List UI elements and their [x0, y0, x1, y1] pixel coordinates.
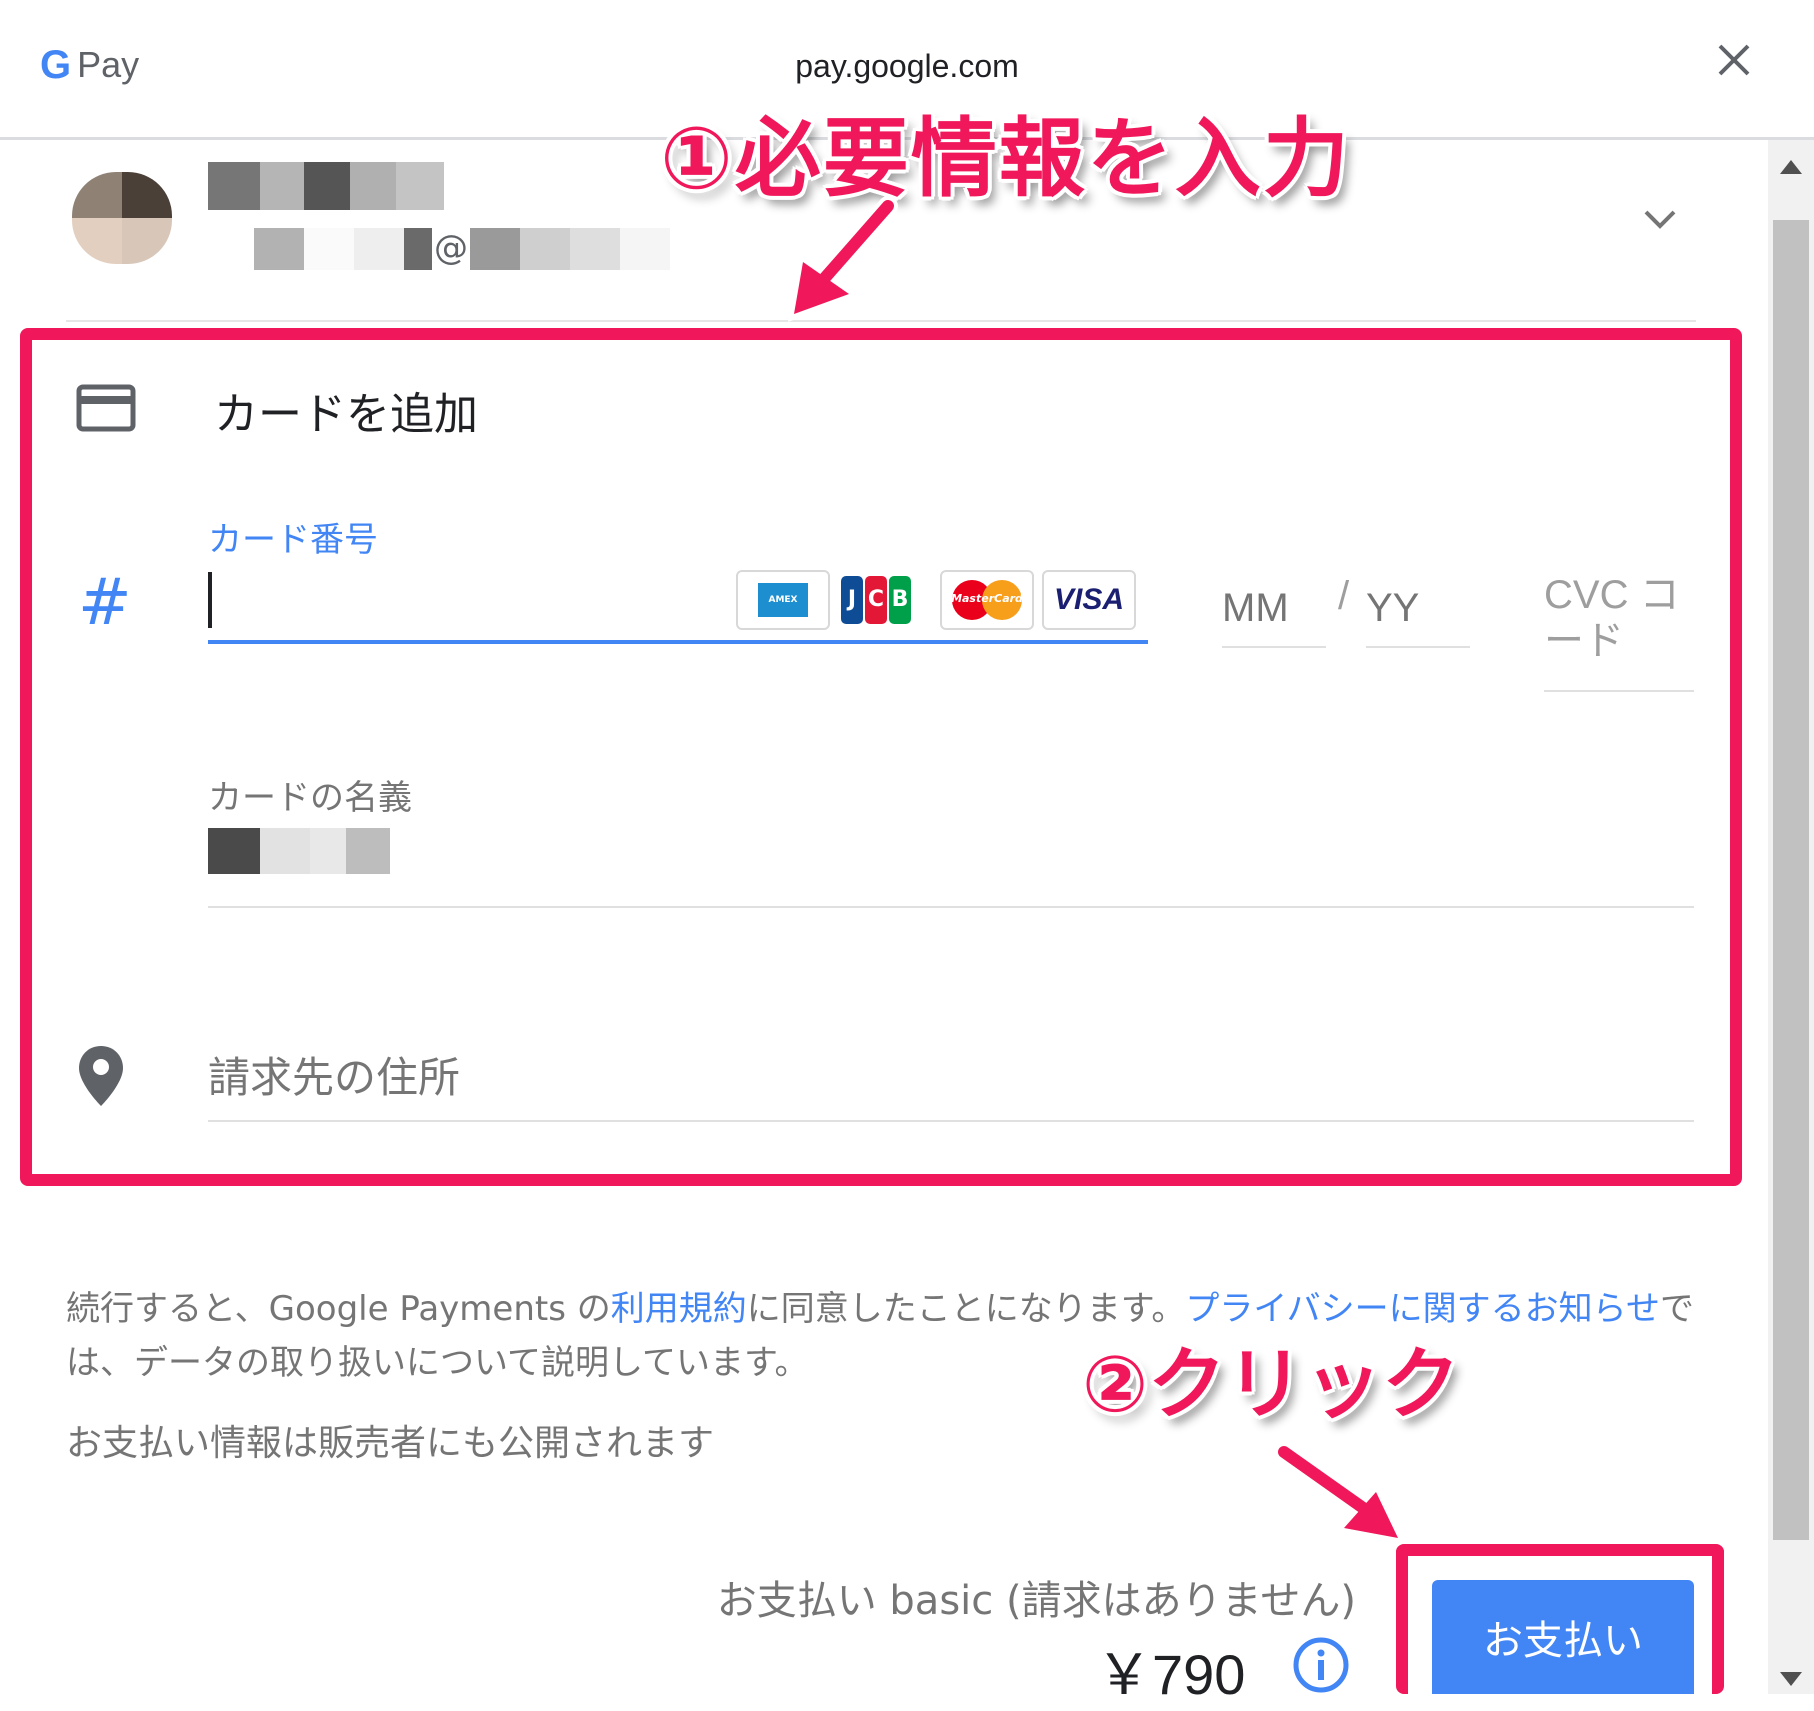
account-name-redacted	[208, 162, 444, 210]
terms-link[interactable]: 利用規約	[611, 1289, 747, 1329]
account-email-redacted: @	[254, 228, 670, 270]
terms-prefix: 続行すると、Google Payments の	[66, 1289, 611, 1329]
annotation-highlight-box	[20, 328, 1742, 1186]
scroll-up-arrow-icon[interactable]	[1780, 160, 1802, 174]
close-icon[interactable]	[1712, 38, 1756, 82]
email-at-sign: @	[434, 228, 468, 268]
plan-label: お支払い basic (請求はありません)	[716, 1578, 1356, 1624]
avatar	[72, 172, 172, 264]
annotation-arrow-icon	[1274, 1442, 1406, 1544]
disclosure-text: お支払い情報は販売者にも公開されます	[66, 1423, 715, 1464]
scroll-down-arrow-icon[interactable]	[1780, 1672, 1802, 1686]
info-icon[interactable]	[1292, 1636, 1350, 1694]
annotation-step2-text: ②クリック	[1082, 1340, 1461, 1430]
price-amount: ￥790	[1096, 1643, 1246, 1706]
page-url: pay.google.com	[795, 48, 1019, 84]
scrollbar-thumb[interactable]	[1773, 220, 1809, 1540]
annotation-step1-text: ①必要情報を入力	[660, 109, 1351, 209]
chevron-down-icon[interactable]	[1640, 200, 1680, 240]
annotation-arrow-icon	[788, 196, 898, 322]
annotation-highlight-box	[1396, 1544, 1724, 1694]
